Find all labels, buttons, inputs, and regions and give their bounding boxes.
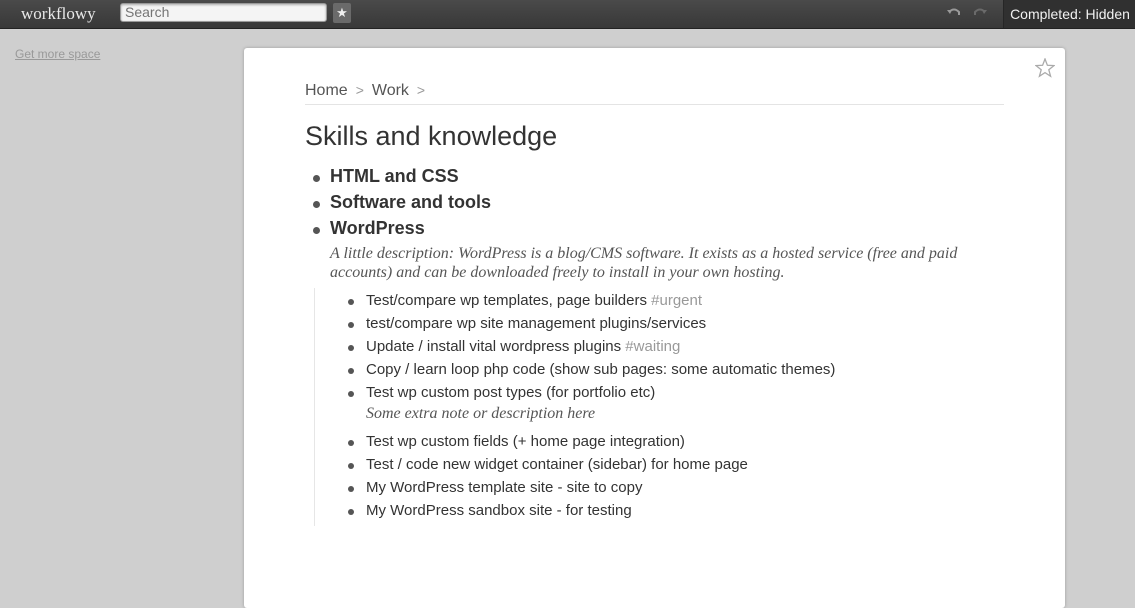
- bullet-icon[interactable]: [348, 345, 354, 351]
- main-page: Home > Work > Skills and knowledge HTML and…: [244, 48, 1065, 608]
- bullet-icon[interactable]: [313, 227, 320, 234]
- list-item-label[interactable]: test/compare wp site management plugins/…: [366, 315, 706, 332]
- list-item-label[interactable]: Software and tools: [330, 192, 491, 212]
- star-icon[interactable]: [1035, 58, 1055, 78]
- top-bar: workflowy ★ Completed: Hidden: [0, 0, 1135, 29]
- list-item-label[interactable]: My WordPress sandbox site - for testing: [366, 502, 632, 519]
- list-item-label[interactable]: Test / code new widget container (sideba…: [366, 456, 748, 473]
- list-item-label[interactable]: Test/compare wp templates, page builders: [366, 292, 651, 309]
- wordpress-children: Test/compare wp templates, page builders…: [314, 288, 1015, 526]
- list-item[interactable]: Test/compare wp templates, page builders…: [315, 292, 702, 309]
- bullet-icon[interactable]: [348, 391, 354, 397]
- list-item[interactable]: My WordPress template site - site to cop…: [315, 479, 642, 496]
- bullet-icon[interactable]: [348, 463, 354, 469]
- list-item-label[interactable]: My WordPress template site - site to cop…: [366, 479, 642, 496]
- tag-waiting[interactable]: #waiting: [625, 338, 680, 355]
- item-note[interactable]: Some extra note or description here: [366, 404, 595, 423]
- completed-toggle[interactable]: Completed: Hidden: [1003, 0, 1135, 28]
- breadcrumb: Home > Work >: [305, 82, 1004, 105]
- tag-urgent[interactable]: #urgent: [651, 292, 702, 309]
- list-item[interactable]: Software and tools: [305, 192, 1005, 218]
- wordpress-note[interactable]: A little description: WordPress is a blo…: [330, 244, 1010, 282]
- breadcrumb-separator: >: [355, 82, 364, 98]
- bullet-icon[interactable]: [348, 368, 354, 374]
- bullet-icon[interactable]: [348, 486, 354, 492]
- list-item-label[interactable]: Update / install vital wordpress plugins: [366, 338, 625, 355]
- list-item[interactable]: Test wp custom post types (for portfolio…: [315, 384, 655, 401]
- bullet-icon[interactable]: [348, 440, 354, 446]
- list-item-label[interactable]: Test wp custom post types (for portfolio…: [366, 384, 655, 401]
- bullet-icon[interactable]: [313, 175, 320, 182]
- list-item-label[interactable]: WordPress: [330, 218, 425, 238]
- list-item[interactable]: Update / install vital wordpress plugins…: [315, 338, 680, 355]
- redo-icon[interactable]: [972, 5, 988, 21]
- undo-icon[interactable]: [946, 5, 962, 21]
- list-item[interactable]: Copy / learn loop php code (show sub pag…: [315, 361, 835, 378]
- list-item[interactable]: test/compare wp site management plugins/…: [315, 315, 706, 332]
- breadcrumb-work[interactable]: Work: [372, 82, 409, 99]
- bullet-icon[interactable]: [348, 299, 354, 305]
- list-item[interactable]: Test / code new widget container (sideba…: [315, 456, 748, 473]
- logo[interactable]: workflowy: [21, 4, 96, 24]
- get-more-space-link[interactable]: Get more space: [15, 47, 100, 61]
- starred-button[interactable]: ★: [333, 3, 351, 23]
- breadcrumb-separator: >: [416, 82, 426, 98]
- list-item[interactable]: WordPress: [305, 218, 1005, 244]
- page-title[interactable]: Skills and knowledge: [305, 121, 557, 152]
- bullet-icon[interactable]: [348, 322, 354, 328]
- bullet-icon[interactable]: [313, 201, 320, 208]
- list-item[interactable]: Test wp custom fields (+ home page integ…: [315, 433, 685, 450]
- bullet-icon[interactable]: [348, 509, 354, 515]
- list-item-label[interactable]: HTML and CSS: [330, 166, 459, 186]
- breadcrumb-home[interactable]: Home: [305, 82, 348, 99]
- top-list: HTML and CSS Software and tools WordPres…: [305, 166, 1005, 244]
- list-item[interactable]: My WordPress sandbox site - for testing: [315, 502, 632, 519]
- list-item-label[interactable]: Copy / learn loop php code (show sub pag…: [366, 361, 835, 378]
- list-item-label[interactable]: Test wp custom fields (+ home page integ…: [366, 433, 685, 450]
- search-input[interactable]: [120, 3, 327, 22]
- list-item[interactable]: HTML and CSS: [305, 166, 1005, 192]
